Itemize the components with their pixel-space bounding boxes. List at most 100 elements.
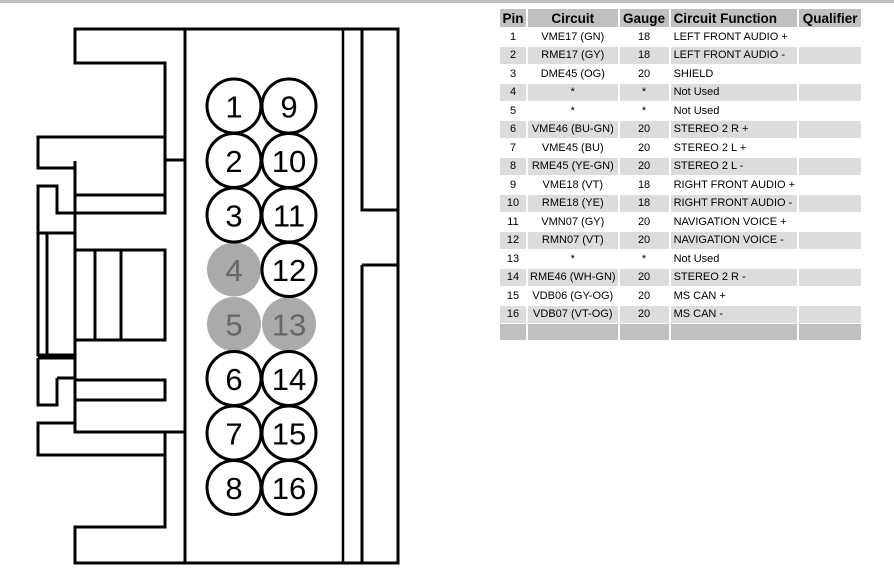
- pin-13: 13: [262, 297, 316, 351]
- pin-number-label: 3: [225, 199, 242, 234]
- table-header-row: Pin Circuit Gauge Circuit Function Quali…: [500, 9, 862, 28]
- cell-gauge: 18: [619, 194, 669, 213]
- cell-qualifier: [799, 231, 862, 250]
- pin-5: 5: [207, 297, 261, 351]
- table-row: 5 * * Not Used: [500, 102, 862, 121]
- cell-gauge: *: [619, 102, 669, 121]
- cell-circuit-function: STEREO 2 L -: [670, 157, 798, 176]
- cell-gauge: 20: [619, 305, 669, 324]
- lower-clip: [36, 358, 75, 407]
- table-row: 8 RME45 (YE-GN) 20 STEREO 2 L -: [500, 157, 862, 176]
- cell-circuit-function: Not Used: [670, 250, 798, 269]
- cell-pin: 8: [500, 157, 526, 176]
- cell-circuit-function: LEFT FRONT AUDIO -: [670, 46, 798, 65]
- pin-9: 9: [260, 77, 318, 135]
- cell-qualifier: [799, 305, 862, 324]
- cell-gauge: 20: [619, 213, 669, 232]
- cell-gauge: 20: [619, 157, 669, 176]
- cell-pin: 15: [500, 287, 526, 306]
- table-row: 4 * * Not Used: [500, 83, 862, 102]
- pin-number-label: 6: [225, 362, 242, 397]
- pin-number-label: 4: [225, 253, 242, 288]
- cell-circuit: *: [528, 250, 618, 269]
- pin-3: 3: [205, 186, 263, 244]
- cell-pin: 10: [500, 194, 526, 213]
- pin-number-label: 12: [272, 253, 306, 288]
- left-upper-arm: [73, 160, 167, 197]
- cell-circuit-function: Not Used: [670, 102, 798, 121]
- pin-7: 7: [205, 404, 263, 462]
- pin-number-label: 11: [273, 199, 305, 234]
- lower-arm-1: [75, 378, 167, 402]
- pin-number-label: 16: [272, 471, 306, 506]
- table-row: 7 VME45 (BU) 20 STEREO 2 L +: [500, 139, 862, 158]
- table-row: 15 VDB06 (GY-OG) 20 MS CAN +: [500, 287, 862, 306]
- left-upper-tab: [36, 135, 165, 170]
- cell-circuit-function: RIGHT FRONT AUDIO -: [670, 194, 798, 213]
- cell-circuit: VME17 (GN): [528, 28, 618, 47]
- table-row: 6 VME46 (BU-GN) 20 STEREO 2 R +: [500, 120, 862, 139]
- pin-number-label: 10: [272, 144, 306, 179]
- cell-qualifier: [799, 102, 862, 121]
- cell-gauge: 20: [619, 287, 669, 306]
- header-pin: Pin: [500, 9, 526, 28]
- cell-qualifier: [799, 65, 862, 84]
- cell-qualifier: [799, 287, 862, 306]
- cell-pin: 9: [500, 176, 526, 195]
- cell-qualifier: [799, 250, 862, 269]
- table-row: 14 RME46 (WH-GN) 20 STEREO 2 R -: [500, 268, 862, 287]
- cell-circuit-function: STEREO 2 R +: [670, 120, 798, 139]
- pin-number-label: 1: [225, 90, 242, 125]
- cell-gauge: 20: [619, 139, 669, 158]
- cell-gauge: 18: [619, 176, 669, 195]
- pin-10: 10: [260, 132, 318, 189]
- cell-circuit: RMN07 (VT): [528, 231, 618, 250]
- cell-pin: 12: [500, 231, 526, 250]
- table-body: 1 VME17 (GN) 18 LEFT FRONT AUDIO +2 RME17 (G…: [500, 28, 862, 341]
- footer-cell: [799, 324, 862, 341]
- cell-circuit: VDB06 (GY-OG): [528, 287, 618, 306]
- left-lower-tab: [36, 421, 165, 457]
- pin-8: 8: [205, 459, 263, 516]
- cell-circuit: VME46 (BU-GN): [528, 120, 618, 139]
- footer-cell: [619, 324, 669, 341]
- cell-qualifier: [799, 139, 862, 158]
- cell-gauge: *: [619, 250, 669, 269]
- cell-circuit: RME45 (YE-GN): [528, 157, 618, 176]
- cell-circuit-function: MS CAN -: [670, 305, 798, 324]
- header-circuit-function: Circuit Function: [670, 9, 798, 28]
- cell-gauge: 20: [619, 120, 669, 139]
- cell-gauge: 18: [619, 46, 669, 65]
- table-footer-row: [500, 324, 862, 341]
- pin-14: 14: [260, 350, 318, 407]
- cell-circuit: VME45 (BU): [528, 139, 618, 158]
- cell-circuit-function: RIGHT FRONT AUDIO +: [670, 176, 798, 195]
- cell-qualifier: [799, 157, 862, 176]
- cell-circuit: DME45 (OG): [528, 65, 618, 84]
- cell-circuit: VDB07 (VT-OG): [528, 305, 618, 324]
- pin-number-label: 15: [272, 417, 306, 452]
- cell-pin: 13: [500, 250, 526, 269]
- cell-circuit: VME18 (VT): [528, 176, 618, 195]
- pin-6: 6: [205, 350, 263, 407]
- pin-grid: 45 131236789101112141516: [205, 77, 318, 516]
- table-row: 2 RME17 (GY) 18 LEFT FRONT AUDIO -: [500, 46, 862, 65]
- cell-pin: 5: [500, 102, 526, 121]
- table-row: 12 RMN07 (VT) 20 NAVIGATION VOICE -: [500, 231, 862, 250]
- cell-gauge: 20: [619, 231, 669, 250]
- cell-circuit-function: Not Used: [670, 83, 798, 102]
- table-row: 16 VDB07 (VT-OG) 20 MS CAN -: [500, 305, 862, 324]
- pinout-table: Pin Circuit Gauge Circuit Function Quali…: [498, 9, 863, 341]
- table-row: 3 DME45 (OG) 20 SHIELD: [500, 65, 862, 84]
- table-row: 10 RME18 (YE) 18 RIGHT FRONT AUDIO -: [500, 194, 862, 213]
- table-row: 13 * * Not Used: [500, 250, 862, 269]
- cell-circuit: RME46 (WH-GN): [528, 268, 618, 287]
- connector-diagram: 45 131236789101112141516: [36, 27, 400, 565]
- cell-qualifier: [799, 28, 862, 47]
- cell-pin: 3: [500, 65, 526, 84]
- pin-number-label: 13: [272, 308, 306, 343]
- pin-number-label: 7: [225, 417, 242, 452]
- pin-12: 12: [260, 241, 318, 298]
- housing-inner-rail-2: [360, 29, 398, 563]
- cell-pin: 7: [500, 139, 526, 158]
